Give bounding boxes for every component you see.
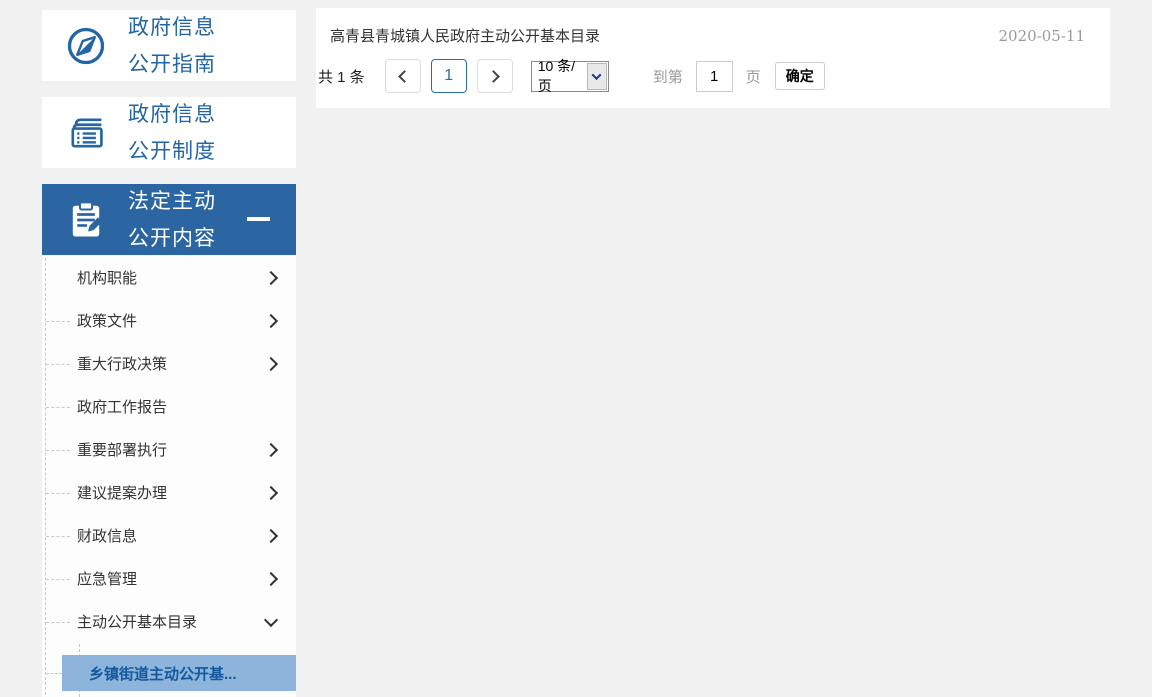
subitem-label: 机构职能 [77,270,138,287]
sidebar-subitem-policy-documents[interactable]: 政策文件 [42,299,296,342]
list-item-date: 2020-05-11 [998,27,1085,45]
total-count-label: 共 1 条 [318,68,365,86]
prev-page-button[interactable] [384,59,421,93]
goto-page-unit-label: 页 [745,68,761,86]
chevron-right-icon [486,69,500,83]
sidebar-subitem-key-deployments[interactable]: 重要部署执行 [42,428,296,471]
sidebar-subitem-major-decisions[interactable]: 重大行政决策 [42,342,296,385]
sidebar-subitem-org-functions[interactable]: 机构职能 [42,256,296,299]
ledger-icon [64,111,108,155]
subitem-label: 政府工作报告 [77,399,168,416]
goto-page-label: 到第 [652,68,683,86]
sidebar-subitem-basic-catalog[interactable]: 主动公开基本目录 [42,600,296,643]
minus-icon[interactable] [247,217,270,221]
next-page-button[interactable] [476,59,513,93]
subitem-label: 重大行政决策 [77,356,168,373]
chevron-right-icon [263,485,279,500]
page-size-select[interactable]: 10 条/页 [530,58,609,94]
chevron-right-icon [263,356,279,371]
list-item: 高青县青城镇人民政府主动公开基本目录 2020-05-11 [316,8,1110,46]
sidebar-submenu: 机构职能 政策文件 重大行政决策 政府工作报告 重要部署执行 建议提案办理 财政… [42,256,296,697]
sidebar-subitem-township-catalog-active[interactable]: 乡镇街道主动公开基... [46,655,296,691]
sidebar-subitem-emergency-mgmt[interactable]: 应急管理 [42,557,296,600]
page-size-value: 10 条/页 [537,58,576,94]
main-content-panel: 高青县青城镇人民政府主动公开基本目录 2020-05-11 共 1 条 1 10… [316,8,1110,108]
sidebar-item-gov-info-system[interactable]: 政府信息 公开制度 [42,97,296,168]
sidebar-subitem-gov-work-report[interactable]: 政府工作报告 [42,385,296,428]
chevron-right-icon [263,270,279,285]
pagination-bar: 共 1 条 1 10 条/页 到第 页 确定 [316,58,1110,94]
subitem-label: 主动公开基本目录 [77,614,198,631]
subitem-label: 政策文件 [77,313,138,330]
compass-icon [64,24,108,68]
subitem-label: 应急管理 [77,571,138,588]
sidebar-subitem-proposals-handling[interactable]: 建议提案办理 [42,471,296,514]
select-arrow-button[interactable] [587,62,607,90]
sidebar-item-label: 法定主动 公开内容 [128,189,216,250]
goto-page-input[interactable] [695,60,733,92]
chevron-right-icon [263,313,279,328]
clipboard-pencil-icon [64,198,108,242]
subitem-label: 重要部署执行 [77,442,168,459]
sidebar-item-gov-info-guide[interactable]: 政府信息 公开指南 [42,10,296,81]
chevron-right-icon [263,528,279,543]
chevron-right-icon [263,571,279,586]
subitem-label: 建议提案办理 [77,485,168,502]
sidebar-subitem-fiscal-info[interactable]: 财政信息 [42,514,296,557]
subitem-label: 财政信息 [77,528,138,545]
active-subitem-label: 乡镇街道主动公开基... [89,665,237,683]
list-item-title[interactable]: 高青县青城镇人民政府主动公开基本目录 [330,25,600,46]
sidebar-item-label: 政府信息 公开指南 [128,15,216,76]
sidebar-item-legal-active-disclosure[interactable]: 法定主动 公开内容 [42,184,296,255]
chevron-down-icon [592,69,602,80]
chevron-right-icon [263,442,279,457]
chevron-left-icon [397,69,411,83]
sidebar-item-label: 政府信息 公开制度 [128,102,216,163]
confirm-button[interactable]: 确定 [774,62,825,90]
current-page-button[interactable]: 1 [430,59,467,93]
chevron-down-icon [263,612,279,627]
sidebar: 政府信息 公开指南 政府信息 公开制度 法定主动 公开内容 机构职能 政策文件 … [42,10,296,697]
